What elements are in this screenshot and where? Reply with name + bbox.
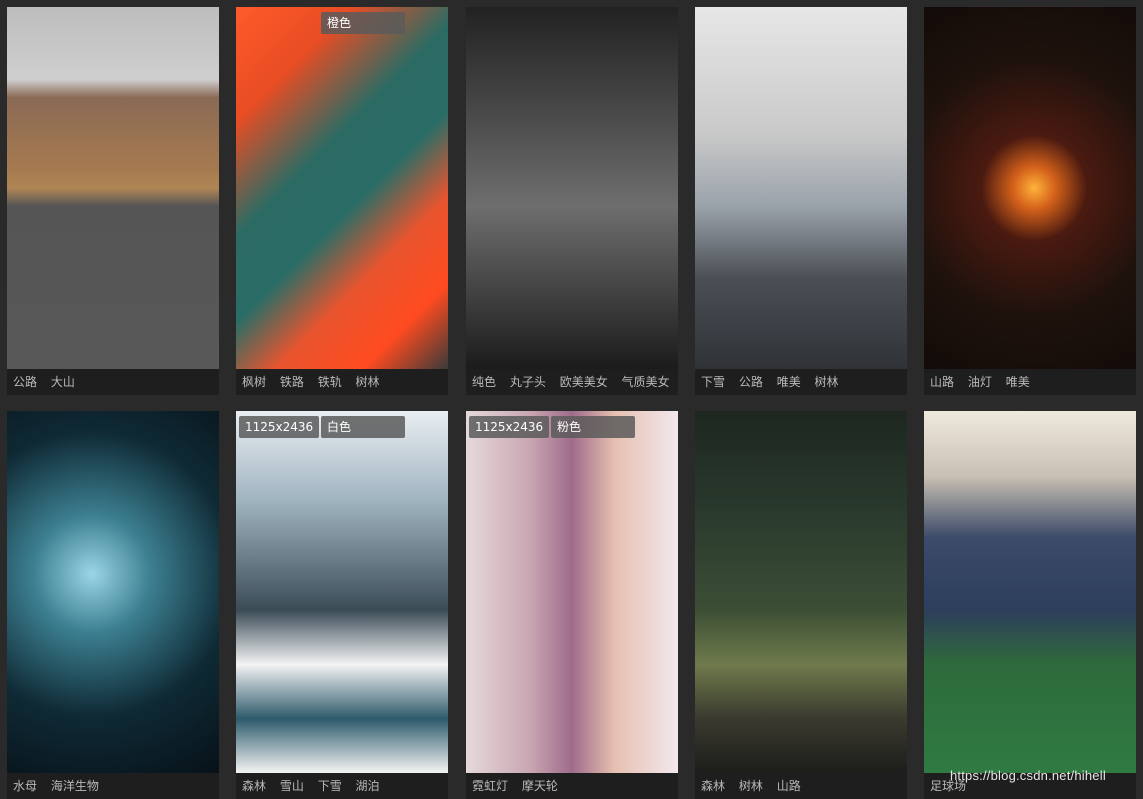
tag[interactable]: 山路 — [777, 779, 801, 793]
tag-list: 山路 油灯 唯美 — [924, 369, 1136, 395]
wallpaper-card[interactable]: 公路 大山 — [7, 7, 219, 395]
wallpaper-image[interactable] — [695, 7, 907, 369]
tag[interactable]: 丸子头 — [510, 375, 546, 389]
tag[interactable]: 铁轨 — [318, 375, 342, 389]
tag[interactable]: 树林 — [356, 375, 380, 389]
tag[interactable]: 树林 — [739, 779, 763, 793]
tag[interactable]: 摩天轮 — [522, 779, 558, 793]
tag[interactable]: 下雪 — [318, 779, 342, 793]
watermark: https://blog.csdn.net/hihell — [950, 768, 1106, 783]
tag[interactable]: 湖泊 — [356, 779, 380, 793]
tag[interactable]: 唯美 — [1006, 375, 1030, 389]
tag[interactable]: 枫树 — [242, 375, 266, 389]
wallpaper-image[interactable] — [924, 411, 1136, 773]
tag[interactable]: 公路 — [739, 375, 763, 389]
color-badge: 粉色 — [551, 416, 635, 438]
resolution-badge: 1125x2436 — [469, 416, 550, 438]
tag[interactable]: 雪山 — [280, 779, 304, 793]
tag[interactable]: 纯色 — [472, 375, 496, 389]
tag-list: 下雪 公路 唯美 树林 — [695, 369, 907, 395]
wallpaper-image[interactable] — [7, 411, 219, 773]
wallpaper-image[interactable]: 1125x2436 白色 — [236, 411, 448, 773]
tag[interactable]: 水母 — [13, 779, 37, 793]
tag[interactable]: 欧美美女 — [560, 375, 608, 389]
tag[interactable]: 油灯 — [968, 375, 992, 389]
resolution-badge: 1125x2436 — [239, 416, 320, 438]
color-badge: 白色 — [321, 416, 405, 438]
tag[interactable]: 海洋生物 — [51, 779, 99, 793]
tag[interactable]: 气质美女 — [622, 375, 670, 389]
tag[interactable]: 霓虹灯 — [472, 779, 508, 793]
tag[interactable]: 树林 — [815, 375, 839, 389]
tag[interactable]: 公路 — [13, 375, 37, 389]
wallpaper-card[interactable]: 森林 树林 山路 — [695, 411, 907, 799]
wallpaper-card[interactable]: 水母 海洋生物 — [7, 411, 219, 799]
tag[interactable]: 下雪 — [701, 375, 725, 389]
wallpaper-image[interactable]: 1125x2436 粉色 — [466, 411, 678, 773]
wallpaper-card[interactable]: 下雪 公路 唯美 树林 — [695, 7, 907, 395]
tag-list: 森林 树林 山路 — [695, 773, 907, 799]
tag-list: 公路 大山 — [7, 369, 219, 395]
wallpaper-grid: 公路 大山 橙色 枫树 铁路 铁轨 树林 纯色 丸子头 欧美美女 气质美女 下雪… — [0, 0, 1143, 799]
wallpaper-card[interactable]: 1125x2436 粉色 霓虹灯 摩天轮 — [466, 411, 678, 799]
tag[interactable]: 森林 — [242, 779, 266, 793]
wallpaper-image[interactable] — [695, 411, 907, 773]
wallpaper-card[interactable]: 足球场 — [924, 411, 1136, 799]
tag-list: 水母 海洋生物 — [7, 773, 219, 799]
tag-list: 霓虹灯 摩天轮 — [466, 773, 678, 799]
wallpaper-image[interactable] — [7, 7, 219, 369]
wallpaper-image[interactable]: 橙色 — [236, 7, 448, 369]
tag[interactable]: 唯美 — [777, 375, 801, 389]
tag[interactable]: 森林 — [701, 779, 725, 793]
wallpaper-card[interactable]: 山路 油灯 唯美 — [924, 7, 1136, 395]
tag-list: 森林 雪山 下雪 湖泊 — [236, 773, 448, 799]
wallpaper-card[interactable]: 纯色 丸子头 欧美美女 气质美女 — [466, 7, 678, 395]
tag-list: 枫树 铁路 铁轨 树林 — [236, 369, 448, 395]
tag[interactable]: 铁路 — [280, 375, 304, 389]
tag[interactable]: 大山 — [51, 375, 75, 389]
color-badge: 橙色 — [321, 12, 405, 34]
wallpaper-image[interactable] — [466, 7, 678, 369]
tag-list: 纯色 丸子头 欧美美女 气质美女 — [466, 369, 678, 395]
wallpaper-image[interactable] — [924, 7, 1136, 369]
wallpaper-card[interactable]: 橙色 枫树 铁路 铁轨 树林 — [236, 7, 448, 395]
wallpaper-card[interactable]: 1125x2436 白色 森林 雪山 下雪 湖泊 — [236, 411, 448, 799]
tag[interactable]: 山路 — [930, 375, 954, 389]
